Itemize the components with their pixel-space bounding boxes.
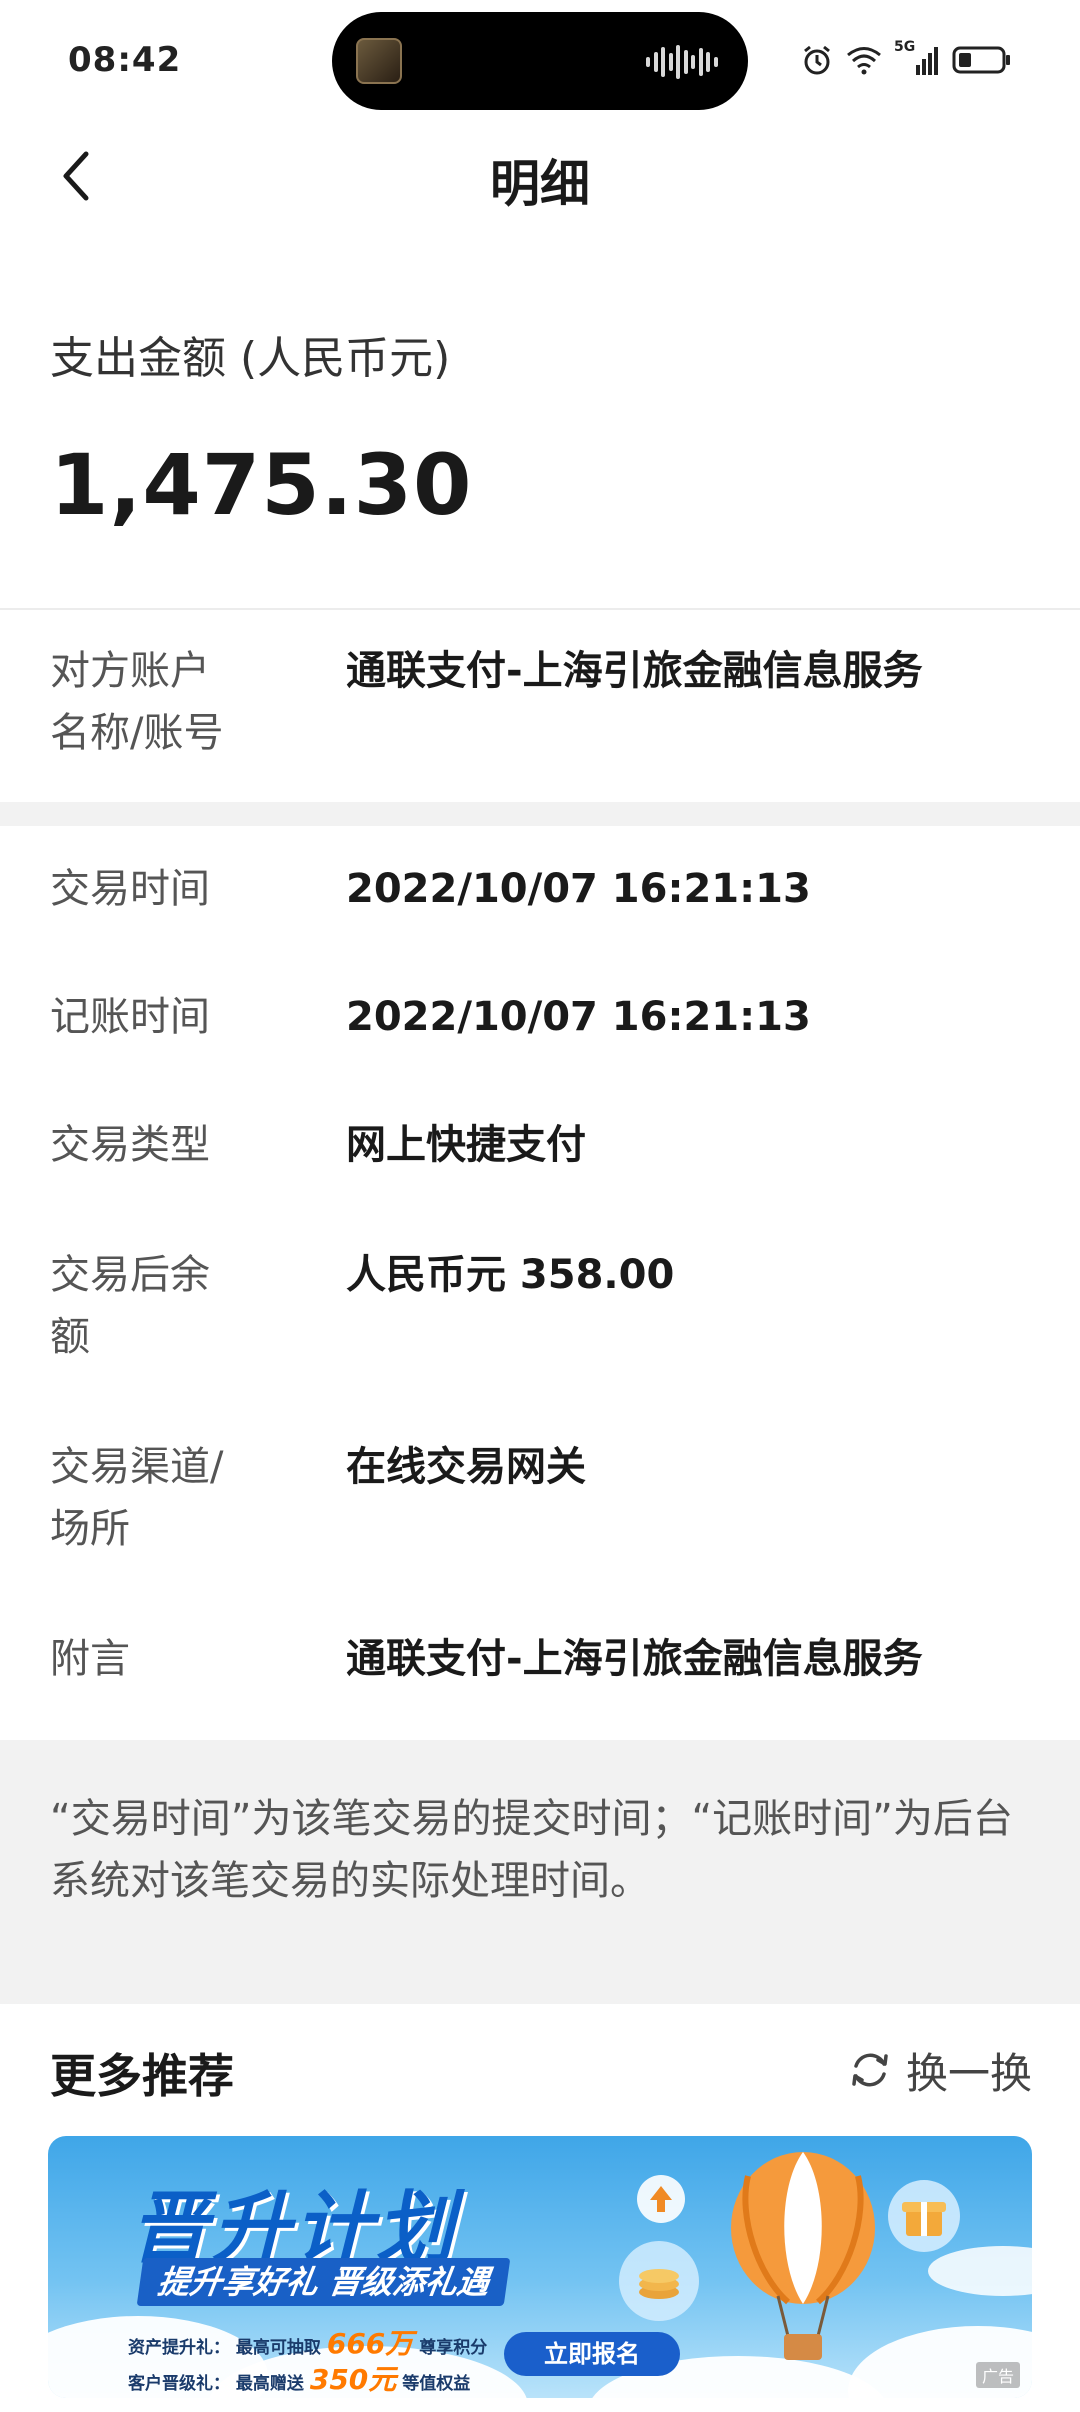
battery-icon xyxy=(952,46,1010,74)
detail-label-line2: 额 xyxy=(50,1314,90,1360)
note-text: “交易时间”为该笔交易的提交时间；“记账时间”为后台系统对该笔交易的实际处理时间… xyxy=(50,1796,1013,1904)
counterparty-value: 通联支付-上海引旅金融信息服务 xyxy=(346,648,923,694)
detail-value: 在线交易网关 xyxy=(346,1444,586,1490)
detail-label: 附言 xyxy=(50,1628,250,1690)
banner-line2-prefix: 最高赠送 xyxy=(235,2374,304,2394)
detail-label-line2: 场所 xyxy=(50,1506,130,1552)
nav-bar: 明细 xyxy=(0,120,1080,232)
detail-label-line1: 交易后余 xyxy=(50,1252,210,1298)
detail-label-line1: 附言 xyxy=(50,1636,130,1682)
banner-line1-label: 资产提升礼： xyxy=(128,2338,230,2358)
divider xyxy=(0,608,1080,610)
wifi-icon xyxy=(847,47,881,75)
detail-label: 记账时间 xyxy=(50,986,250,1048)
alarm-icon xyxy=(804,45,830,75)
status-icons: 5G xyxy=(800,39,1012,80)
detail-label: 交易类型 xyxy=(50,1114,250,1176)
dynamic-island[interactable] xyxy=(332,12,748,110)
banner-subtitle: 提升享好礼 晋级添礼遇 xyxy=(136,2258,511,2306)
page-title: 明细 xyxy=(490,155,590,213)
refresh-button[interactable]: 换一换 xyxy=(848,2040,1032,2100)
banner-line-asset: 资产提升礼： 最高可抽取 666万 尊享积分 xyxy=(128,2322,487,2362)
banner-signup-button[interactable]: 立即报名 xyxy=(504,2332,680,2376)
signal-5g-icon: 5G xyxy=(894,39,940,77)
detail-value: 通联支付-上海引旅金融信息服务 xyxy=(346,1636,923,1682)
ad-tag: 广告 xyxy=(975,2362,1020,2388)
hot-air-balloon-icon xyxy=(731,2152,875,2360)
detail-label-line1: 交易时间 xyxy=(50,866,210,912)
banner-line2-suffix: 等值权益 xyxy=(402,2374,471,2394)
detail-value: 人民币元 358.00 xyxy=(346,1252,675,1298)
detail-label: 交易渠道/ 场所 xyxy=(50,1436,250,1560)
note-section: “交易时间”为该笔交易的提交时间；“记账时间”为后台系统对该笔交易的实际处理时间… xyxy=(0,1740,1080,2004)
promo-banner[interactable]: 晋升计划 提升享好礼 晋级添礼遇 资产提升礼： 最高可抽取 666万 尊享积分 … xyxy=(48,2136,1032,2398)
banner-line-upgrade: 客户晋级礼： 最高赠送 350元 等值权益 xyxy=(128,2358,470,2398)
refresh-icon xyxy=(852,2053,888,2087)
media-thumbnail xyxy=(356,38,402,84)
gift-icon xyxy=(888,2180,960,2252)
counterparty-label: 对方账户 名称/账号 xyxy=(50,640,250,764)
detail-label-line1: 记账时间 xyxy=(50,994,210,1040)
banner-line2-label: 客户晋级礼： xyxy=(128,2374,230,2394)
section-separator xyxy=(0,802,1080,826)
detail-label-line1: 交易类型 xyxy=(50,1122,210,1168)
detail-value: 2022/10/07 16:21:13 xyxy=(346,994,811,1040)
status-time: 08:42 xyxy=(68,40,182,80)
banner-line1-suffix: 尊享积分 xyxy=(419,2338,488,2358)
refresh-label: 换一换 xyxy=(905,2048,1032,2098)
detail-value: 网上快捷支付 xyxy=(346,1122,586,1168)
audio-wave-icon xyxy=(646,44,718,80)
banner-line1-highlight: 666万 xyxy=(326,2327,414,2360)
coins-icon xyxy=(619,2241,699,2321)
detail-label: 交易后余 额 xyxy=(50,1244,250,1368)
banner-line1-prefix: 最高可抽取 xyxy=(235,2338,321,2358)
detail-value: 2022/10/07 16:21:13 xyxy=(346,866,811,912)
amount-label: 支出金额 (人民币元) xyxy=(50,333,451,384)
detail-label-line1: 交易渠道/ xyxy=(50,1444,224,1490)
amount-value: 1,475.30 xyxy=(50,436,473,534)
more-recommend-title: 更多推荐 xyxy=(50,2049,234,2103)
counterparty-label-line2: 名称/账号 xyxy=(50,710,224,756)
status-bar: 08:42 5G xyxy=(0,0,1080,120)
banner-line2-highlight: 350元 xyxy=(309,2363,397,2396)
arrow-up-badge-icon xyxy=(637,2175,685,2223)
counterparty-label-line1: 对方账户 xyxy=(50,648,210,694)
detail-label: 交易时间 xyxy=(50,858,250,920)
